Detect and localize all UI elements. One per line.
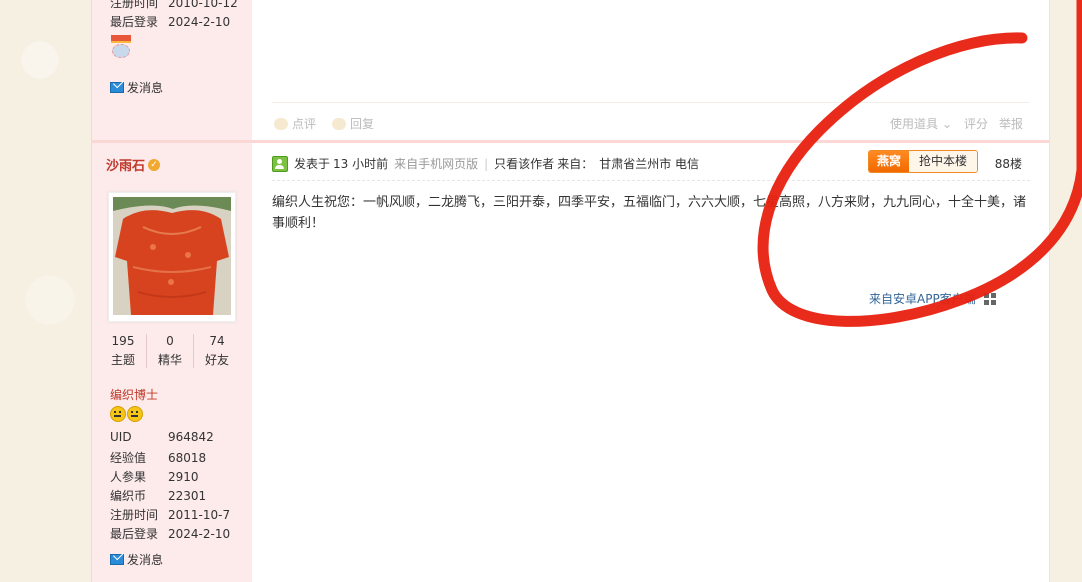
- posted-prefix: 发表于: [294, 157, 331, 171]
- online-status-icon: [272, 155, 288, 172]
- stat-digest[interactable]: 0 精华: [147, 334, 194, 368]
- upper-post-action-bar: 点评 回复 使用道具 ⌄ 评分 举报: [272, 102, 1030, 143]
- field-knit-coins: 编织币 22301: [110, 489, 207, 503]
- reply-icon: [332, 117, 346, 130]
- rate-button[interactable]: 点评: [274, 115, 316, 132]
- chevron-down-icon: ⌄: [942, 116, 953, 131]
- floor-number[interactable]: 88楼: [995, 155, 1022, 172]
- qr-code-icon[interactable]: [983, 292, 996, 305]
- reply-button[interactable]: 回复: [332, 115, 374, 132]
- only-author-link[interactable]: 只看该作者: [494, 155, 554, 172]
- separator: |: [484, 156, 489, 171]
- rank-stars: [110, 406, 143, 422]
- mail-icon: [110, 554, 124, 565]
- stat-friends[interactable]: 74 好友: [194, 334, 240, 368]
- badge-tag: 燕窝: [869, 151, 910, 172]
- comment-icon: [274, 117, 288, 130]
- score-button[interactable]: 评分: [964, 115, 988, 132]
- post-source[interactable]: 来自手机网页版: [394, 155, 478, 172]
- user-rank: 编织博士: [110, 388, 159, 402]
- author-username[interactable]: 沙雨石 ✓: [106, 155, 161, 174]
- upper-reg-time: 注册时间 2010-10-12: [110, 0, 238, 10]
- badge-action: 抢中本楼: [909, 151, 978, 172]
- upper-last-login: 最后登录 2024-2-10: [110, 15, 231, 29]
- floor-grab-badge[interactable]: 燕窝 抢中本楼: [868, 150, 979, 173]
- author-stats: 195 主题 0 精华 74 好友: [100, 334, 240, 368]
- field-uid: UID 964842: [110, 430, 214, 444]
- upper-send-message-link[interactable]: 发消息: [110, 79, 163, 96]
- field-ginseng-fruit: 人参果 2910: [110, 470, 199, 484]
- stat-topics[interactable]: 195 主题: [100, 334, 147, 368]
- smiley-icon: [127, 406, 143, 422]
- report-button[interactable]: 举报: [999, 115, 1023, 132]
- post-time: 13 小时前: [333, 157, 389, 171]
- verified-icon: ✓: [148, 158, 161, 171]
- smiley-icon: [110, 406, 126, 422]
- medal-icon: [111, 35, 131, 58]
- app-source-link[interactable]: 来自安卓APP客户端: [869, 290, 996, 307]
- from-label: 来自：: [557, 157, 594, 171]
- post-body: 编织人生祝您：一帆风顺，二龙腾飞，三阳开泰，四季平安，五福临门，六六大顺，七星高…: [272, 195, 1027, 231]
- post-divider: [91, 140, 1049, 143]
- field-experience: 经验值 68018: [110, 451, 207, 465]
- use-tools-dropdown[interactable]: 使用道具 ⌄: [890, 115, 952, 132]
- send-message-link[interactable]: 发消息: [110, 551, 163, 568]
- post-location: 甘肃省兰州市 电信: [599, 157, 700, 171]
- field-last-login: 最后登录 2024-2-10: [110, 527, 231, 541]
- avatar-frame[interactable]: [108, 192, 236, 322]
- field-reg-time: 注册时间 2011-10-7: [110, 508, 231, 522]
- avatar[interactable]: [113, 197, 231, 315]
- post-header: 发表于 13 小时前 来自手机网页版 | 只看该作者 来自： 甘肃省兰州市 电信…: [272, 150, 1030, 181]
- mail-icon: [110, 82, 124, 93]
